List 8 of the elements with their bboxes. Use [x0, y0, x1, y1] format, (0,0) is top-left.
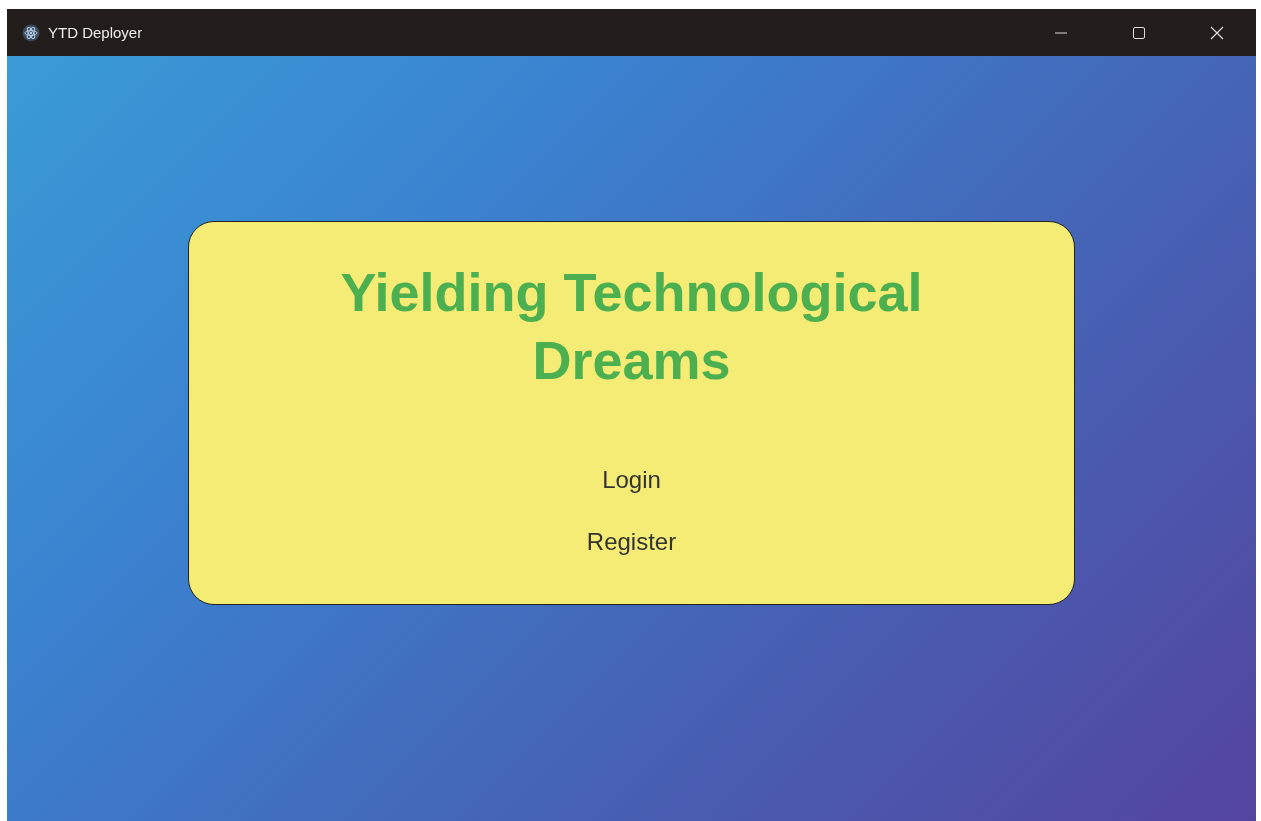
close-icon [1210, 25, 1224, 40]
app-heading: Yielding Technological Dreams [339, 261, 924, 392]
window-title: YTD Deployer [48, 24, 143, 41]
nav-link[interactable]: Login [602, 466, 661, 494]
maximize-icon [1132, 25, 1146, 40]
nav-link[interactable]: Register [586, 528, 677, 556]
atom-icon [22, 23, 40, 42]
minimize-icon [1055, 31, 1067, 34]
